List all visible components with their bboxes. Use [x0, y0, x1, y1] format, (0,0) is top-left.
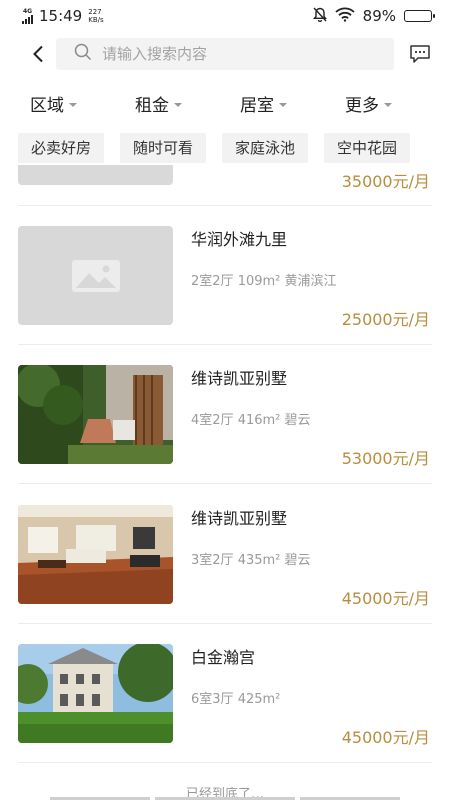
search-input[interactable] [102, 45, 362, 63]
filter-label: 居室 [240, 95, 274, 116]
caret-down-icon [279, 102, 287, 107]
caret-down-icon [384, 102, 392, 107]
status-time: 15:49 [39, 7, 83, 25]
filter-label: 更多 [345, 95, 379, 116]
listing-title: 维诗凯亚别墅 [191, 509, 288, 528]
signal-icon: 4G [22, 8, 33, 24]
network-speed: 227 KB/s [88, 8, 104, 24]
listing-specs: 4室2厅 416m² 碧云 [191, 413, 311, 428]
mute-bell-icon [312, 7, 327, 26]
listing-item[interactable]: 维诗凯亚别墅 3室2厅 435m² 碧云 45000元/月 [18, 485, 432, 624]
listing-list[interactable]: 35000元/月 华润外滩九里 2室2厅 109m² 黄浦滨江 25000元/月 [0, 165, 450, 800]
listing-title: 维诗凯亚别墅 [191, 369, 288, 388]
listing-title: 华润外滩九里 [191, 230, 288, 249]
listing-thumbnail [18, 365, 173, 464]
listing-price: 53000元/月 [341, 449, 430, 468]
listing-thumbnail [18, 644, 173, 743]
image-placeholder-icon [71, 259, 120, 292]
tag-chip[interactable]: 家庭泳池 [222, 133, 309, 163]
search-icon [74, 43, 92, 65]
listing-price: 35000元/月 [341, 172, 430, 191]
living-room-photo [18, 505, 173, 604]
listing-thumbnail [18, 226, 173, 325]
listing-specs: 6室3厅 425m² [191, 692, 281, 707]
listing-thumbnail [18, 505, 173, 604]
filter-rent[interactable]: 租金 [135, 91, 240, 116]
listing-title: 白金瀚宫 [191, 648, 256, 667]
listing-price: 45000元/月 [341, 589, 430, 608]
filter-more[interactable]: 更多 [345, 91, 450, 116]
battery-percent: 89% [362, 7, 396, 25]
tag-chip[interactable]: 空中花园 [324, 133, 411, 163]
caret-down-icon [69, 102, 77, 107]
tag-chip[interactable]: 随时可看 [120, 133, 207, 163]
filter-label: 区域 [30, 95, 64, 116]
wifi-icon [335, 7, 355, 26]
listing-item-partial[interactable]: 35000元/月 [18, 165, 432, 206]
chevron-left-icon [33, 45, 43, 63]
message-icon [410, 45, 430, 63]
garden-stairs-photo [18, 365, 173, 464]
message-button[interactable] [400, 36, 440, 72]
filter-label: 租金 [135, 95, 169, 116]
caret-down-icon [174, 102, 182, 107]
villa-exterior-photo [18, 644, 173, 743]
listing-item[interactable]: 华润外滩九里 2室2厅 109m² 黄浦滨江 25000元/月 [18, 206, 432, 345]
listing-price: 25000元/月 [341, 310, 430, 329]
filter-rooms[interactable]: 居室 [240, 91, 345, 116]
listing-specs: 3室2厅 435m² 碧云 [191, 553, 311, 568]
back-button[interactable] [18, 36, 58, 72]
battery-icon [404, 10, 435, 22]
listing-specs: 2室2厅 109m² 黄浦滨江 [191, 274, 337, 289]
search-header [0, 36, 450, 72]
listing-item[interactable]: 维诗凯亚别墅 4室2厅 416m² 碧云 53000元/月 [18, 345, 432, 484]
listing-item[interactable]: 白金瀚宫 6室3厅 425m² 45000元/月 [18, 624, 432, 763]
listing-price: 45000元/月 [341, 728, 430, 747]
status-bar: 4G 15:49 227 KB/s 89% [0, 0, 450, 32]
filter-bar: 区域 租金 居室 更多 [0, 88, 450, 118]
filter-area[interactable]: 区域 [30, 91, 135, 116]
listing-thumbnail [18, 165, 173, 185]
tag-chip[interactable]: 必卖好房 [18, 133, 105, 163]
tag-bar: 必卖好房 随时可看 家庭泳池 空中花园 [18, 133, 450, 163]
search-box[interactable] [56, 38, 394, 70]
